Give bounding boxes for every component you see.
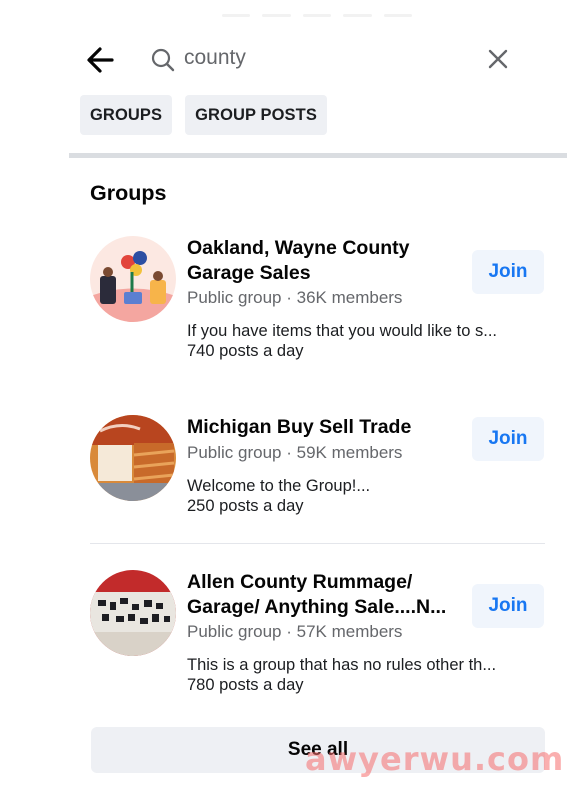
clear-search-button[interactable]	[484, 45, 512, 73]
group-activity: 250 posts a day	[187, 497, 304, 515]
filter-chip-group-posts[interactable]: GROUP POSTS	[185, 95, 327, 135]
group-name: Michigan Buy Sell Trade	[187, 416, 412, 438]
group-avatar	[90, 236, 176, 322]
group-description: If you have items that you would like to…	[187, 322, 497, 340]
filter-chips: GROUPS GROUP POSTS	[80, 95, 327, 135]
status-indicator	[222, 14, 413, 18]
group-description: Welcome to the Group!...	[187, 477, 371, 495]
group-activity: 740 posts a day	[187, 342, 304, 360]
group-item[interactable]: Michigan Buy Sell Trade Public group · 5…	[90, 415, 550, 525]
group-meta: Public group · 36K members	[187, 288, 403, 307]
group-avatar	[90, 415, 176, 501]
group-name: Oakland, Wayne County Garage Sales	[187, 237, 410, 284]
group-item[interactable]: Allen County Rummage/ Garage/ Anything S…	[90, 570, 550, 700]
search-icon	[150, 47, 176, 73]
arrow-left-icon	[87, 47, 114, 73]
join-button[interactable]: Join	[472, 250, 544, 294]
group-description: This is a group that has no rules other …	[187, 656, 497, 674]
filter-chip-groups[interactable]: GROUPS	[80, 95, 173, 135]
join-button[interactable]: Join	[472, 584, 544, 628]
group-activity: 780 posts a day	[187, 676, 304, 694]
search-input[interactable]: county	[184, 43, 464, 73]
section-title: Groups	[90, 181, 167, 205]
group-avatar	[90, 570, 176, 656]
join-button[interactable]: Join	[472, 417, 544, 461]
group-name: Allen County Rummage/ Garage/ Anything S…	[187, 571, 447, 618]
search-header: county	[0, 30, 579, 86]
group-item[interactable]: Oakland, Wayne County Garage Sales Publi…	[90, 236, 550, 366]
see-all-button[interactable]: See all	[91, 727, 545, 773]
section-divider	[69, 153, 567, 158]
group-meta: Public group · 57K members	[187, 622, 403, 641]
list-divider	[90, 543, 545, 544]
close-icon	[488, 49, 508, 69]
back-button[interactable]	[82, 40, 122, 80]
group-meta: Public group · 59K members	[187, 443, 403, 462]
